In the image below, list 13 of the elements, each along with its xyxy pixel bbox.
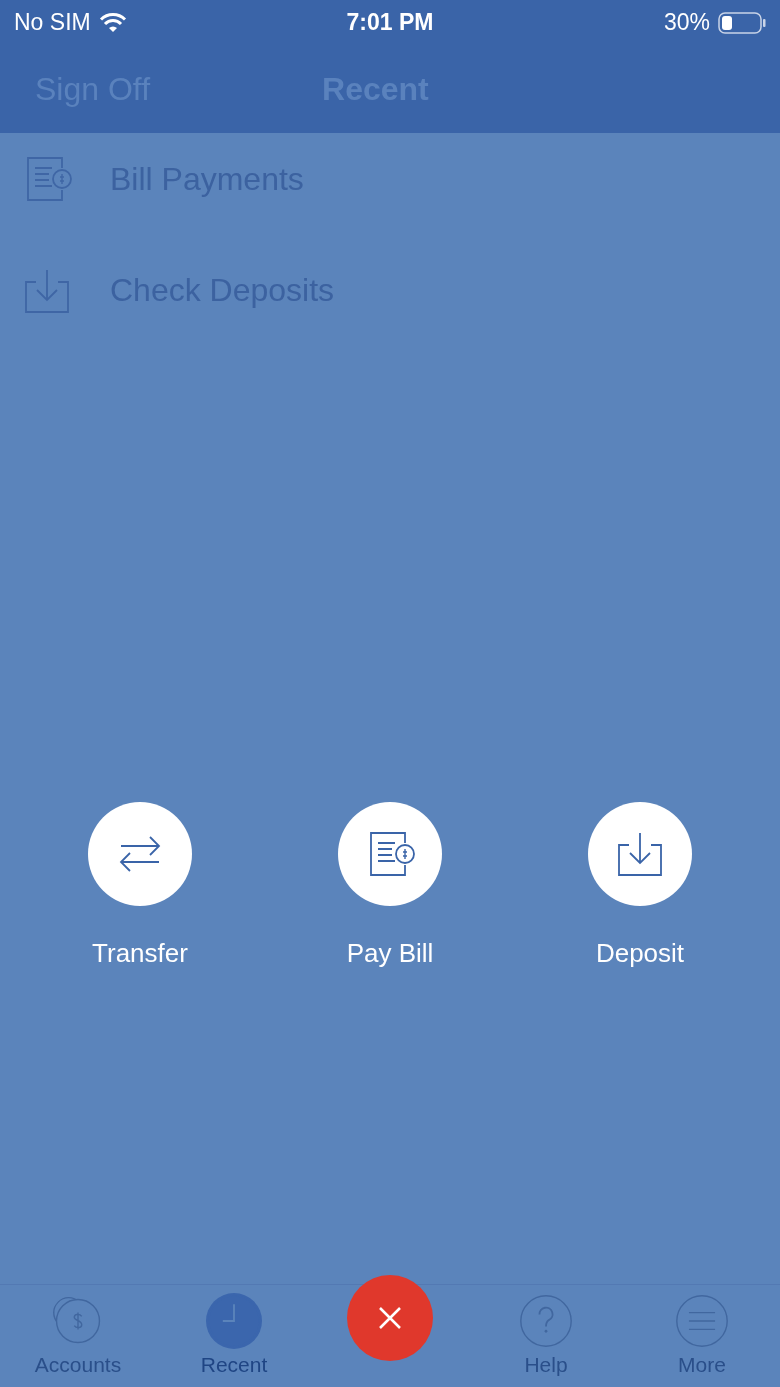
carrier-text: No SIM bbox=[14, 9, 91, 36]
wifi-icon bbox=[98, 12, 127, 33]
action-label: Deposit bbox=[595, 938, 685, 969]
action-label: Pay Bill bbox=[346, 938, 434, 969]
clock-icon bbox=[206, 1293, 262, 1349]
menu-icon bbox=[674, 1293, 730, 1349]
action-label: Transfer bbox=[92, 938, 188, 969]
battery-icon bbox=[718, 11, 766, 34]
battery-percent: 30% bbox=[663, 9, 710, 36]
help-icon bbox=[518, 1293, 574, 1349]
clock-text: 7:01 PM bbox=[346, 9, 434, 36]
close-icon bbox=[377, 1305, 403, 1331]
tab-item[interactable]: Recent bbox=[174, 1285, 294, 1377]
